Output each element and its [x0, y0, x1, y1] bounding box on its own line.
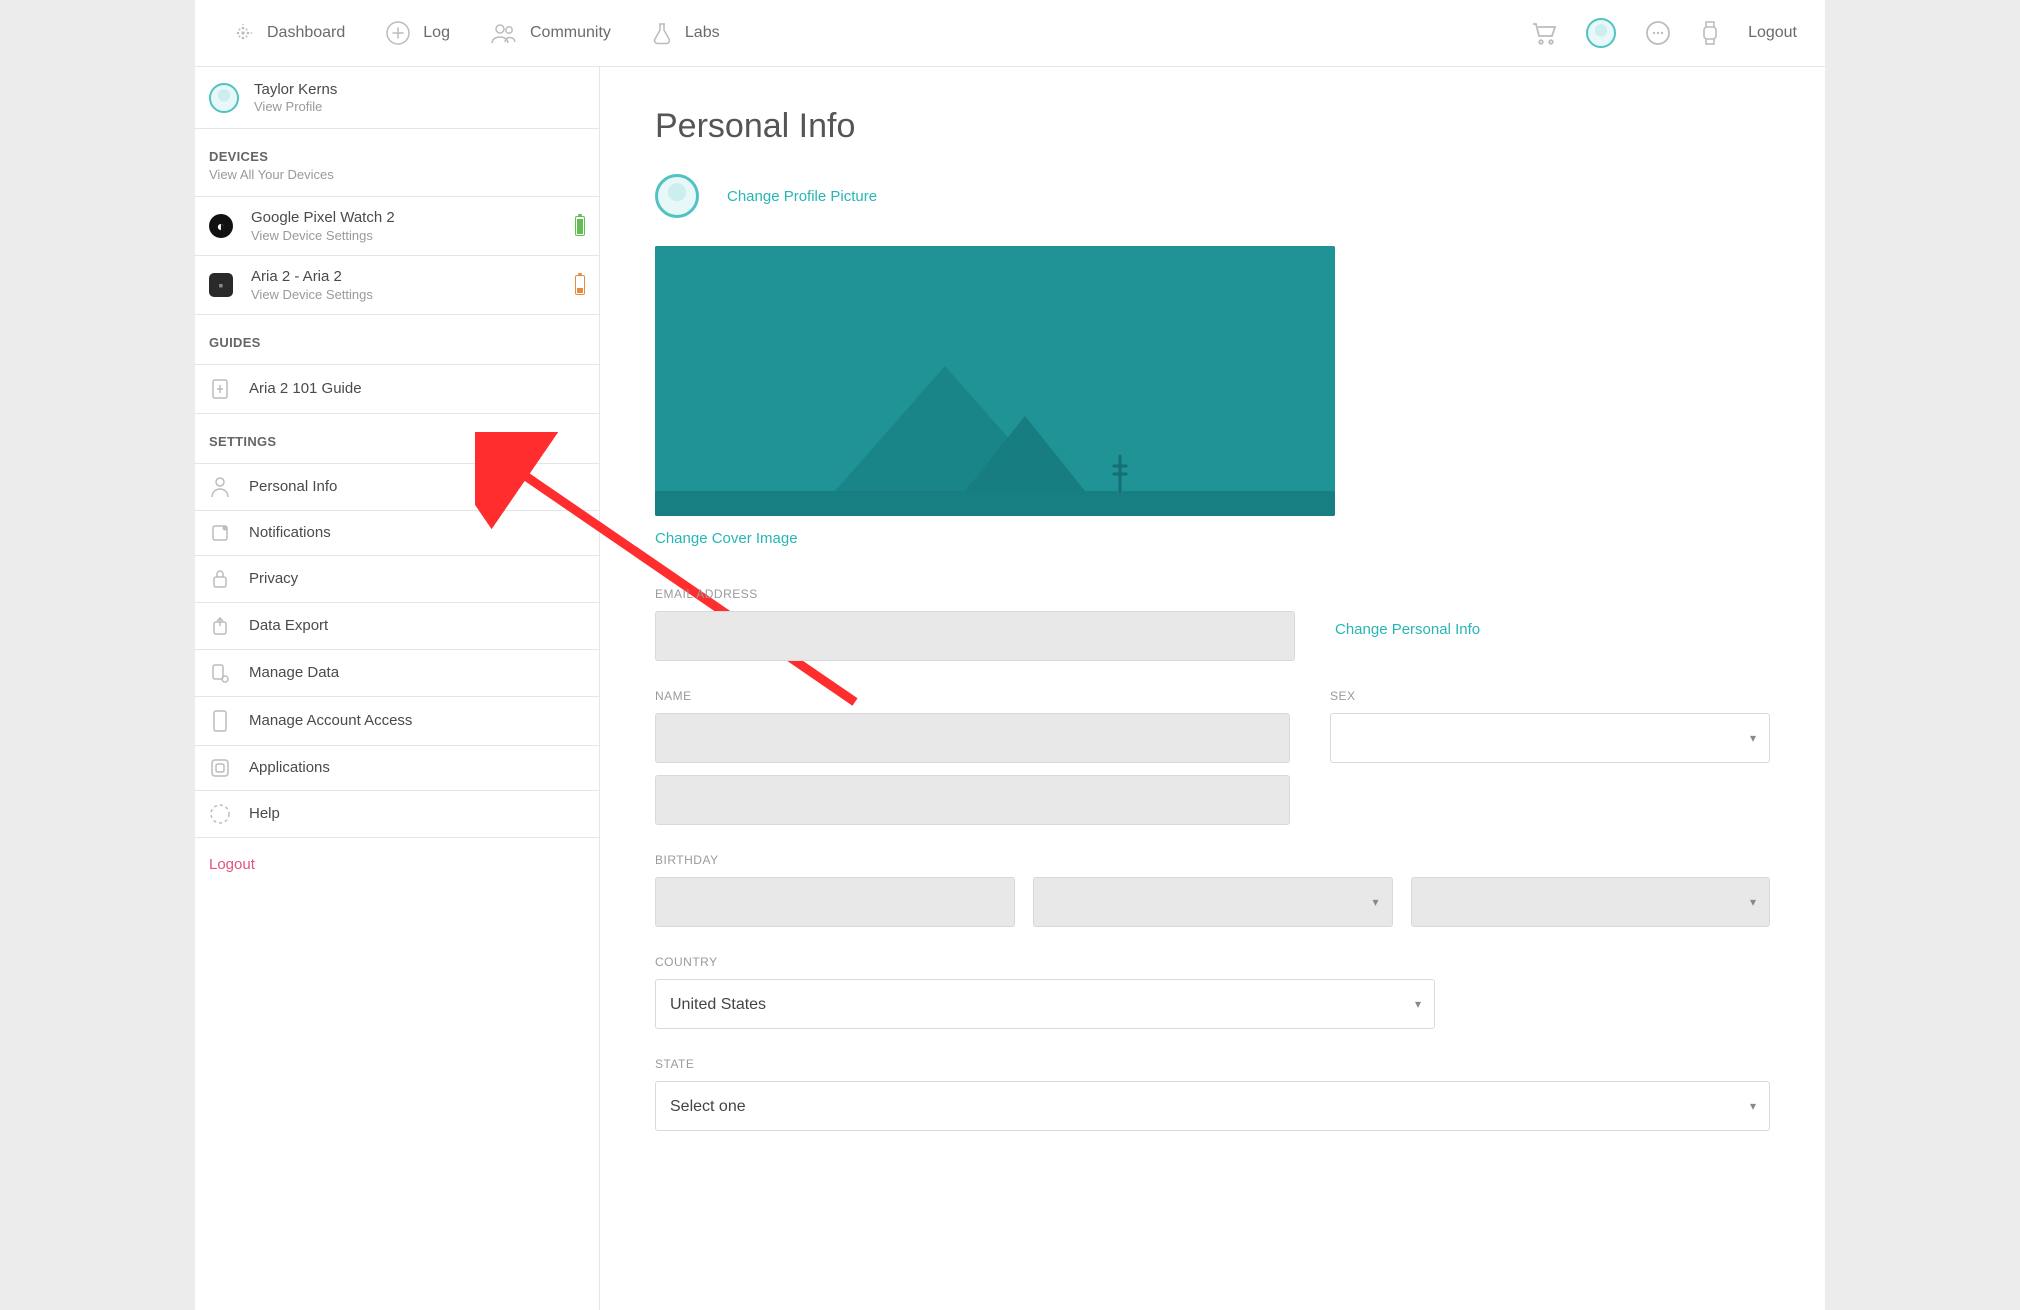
- email-label: EMAIL ADDRESS: [655, 587, 1295, 601]
- settings-data-export[interactable]: Data Export: [195, 603, 599, 650]
- cart-icon[interactable]: [1530, 20, 1558, 46]
- devices-header[interactable]: DEVICES View All Your Devices: [195, 129, 599, 197]
- birth-day-select[interactable]: [1411, 877, 1771, 927]
- page-title: Personal Info: [655, 107, 1770, 146]
- dashboard-icon: [231, 21, 255, 45]
- watch-device-icon: ◐: [209, 214, 233, 238]
- state-select[interactable]: Select one: [655, 1081, 1770, 1131]
- people-icon: [490, 22, 518, 44]
- email-input[interactable]: [655, 611, 1295, 661]
- nav-dashboard[interactable]: Dashboard: [213, 11, 363, 55]
- settings-notifications[interactable]: Notifications: [195, 511, 599, 556]
- birth-year-input[interactable]: [655, 877, 1015, 927]
- main-content: Personal Info Change Profile Picture Cha…: [600, 67, 1825, 1310]
- sidebar-logout[interactable]: Logout: [195, 838, 599, 891]
- change-picture-link[interactable]: Change Profile Picture: [727, 188, 877, 205]
- name-label: NAME: [655, 689, 1290, 703]
- messages-icon[interactable]: [1644, 19, 1672, 47]
- nav-label: Log: [423, 24, 450, 42]
- state-label: STATE: [655, 1057, 1770, 1071]
- profile-name: Taylor Kerns: [254, 81, 337, 99]
- phone-icon: [209, 709, 231, 733]
- settings-privacy[interactable]: Privacy: [195, 556, 599, 603]
- last-name-input[interactable]: [655, 775, 1290, 825]
- settings-personal-info[interactable]: Personal Info: [195, 464, 599, 511]
- first-name-input[interactable]: [655, 713, 1290, 763]
- guide-aria[interactable]: Aria 2 101 Guide: [195, 365, 599, 414]
- guides-header: GUIDES: [195, 315, 599, 365]
- birth-month-select[interactable]: [1033, 877, 1393, 927]
- nav-community[interactable]: Community: [472, 12, 629, 54]
- avatar-icon: [209, 83, 239, 113]
- sidebar: Taylor Kerns View Profile DEVICES View A…: [195, 67, 600, 1310]
- settings-manage-account[interactable]: Manage Account Access: [195, 697, 599, 746]
- notification-icon: [209, 523, 231, 543]
- lock-icon: [209, 568, 231, 590]
- settings-applications[interactable]: Applications: [195, 746, 599, 791]
- settings-header: SETTINGS: [195, 414, 599, 464]
- change-personal-link[interactable]: Change Personal Info: [1335, 621, 1480, 638]
- country-label: COUNTRY: [655, 955, 1435, 969]
- apps-icon: [209, 758, 231, 778]
- device-aria[interactable]: ▪ Aria 2 - Aria 2 View Device Settings: [195, 256, 599, 315]
- battery-icon: [575, 275, 585, 295]
- guide-icon: [209, 377, 231, 401]
- device-pixel-watch[interactable]: ◐ Google Pixel Watch 2 View Device Setti…: [195, 197, 599, 256]
- person-icon: [209, 476, 231, 498]
- sidebar-profile[interactable]: Taylor Kerns View Profile: [195, 67, 599, 129]
- manage-data-icon: [209, 662, 231, 684]
- country-select[interactable]: United States: [655, 979, 1435, 1029]
- change-cover-link[interactable]: Change Cover Image: [655, 530, 1770, 547]
- cover-image: [655, 246, 1335, 516]
- avatar-icon[interactable]: [1586, 18, 1616, 48]
- settings-help[interactable]: Help: [195, 791, 599, 838]
- profile-sub: View Profile: [254, 99, 337, 114]
- nav-label: Dashboard: [267, 24, 345, 42]
- sex-label: SEX: [1330, 689, 1770, 703]
- nav-label: Labs: [685, 24, 720, 42]
- battery-icon: [575, 216, 585, 236]
- help-icon: [209, 803, 231, 825]
- sex-select[interactable]: [1330, 713, 1770, 763]
- nav-label: Community: [530, 24, 611, 42]
- scale-device-icon: ▪: [209, 273, 233, 297]
- profile-avatar: [655, 174, 699, 218]
- settings-manage-data[interactable]: Manage Data: [195, 650, 599, 697]
- nav-labs[interactable]: Labs: [633, 11, 738, 55]
- birthday-label: BIRTHDAY: [655, 853, 1770, 867]
- flask-icon: [651, 21, 673, 45]
- logout-link[interactable]: Logout: [1748, 24, 1797, 42]
- nav-log[interactable]: Log: [367, 10, 468, 56]
- plus-circle-icon: [385, 20, 411, 46]
- export-icon: [209, 615, 231, 637]
- top-nav: Dashboard Log Community Labs: [195, 0, 1825, 67]
- watch-icon[interactable]: [1700, 19, 1720, 47]
